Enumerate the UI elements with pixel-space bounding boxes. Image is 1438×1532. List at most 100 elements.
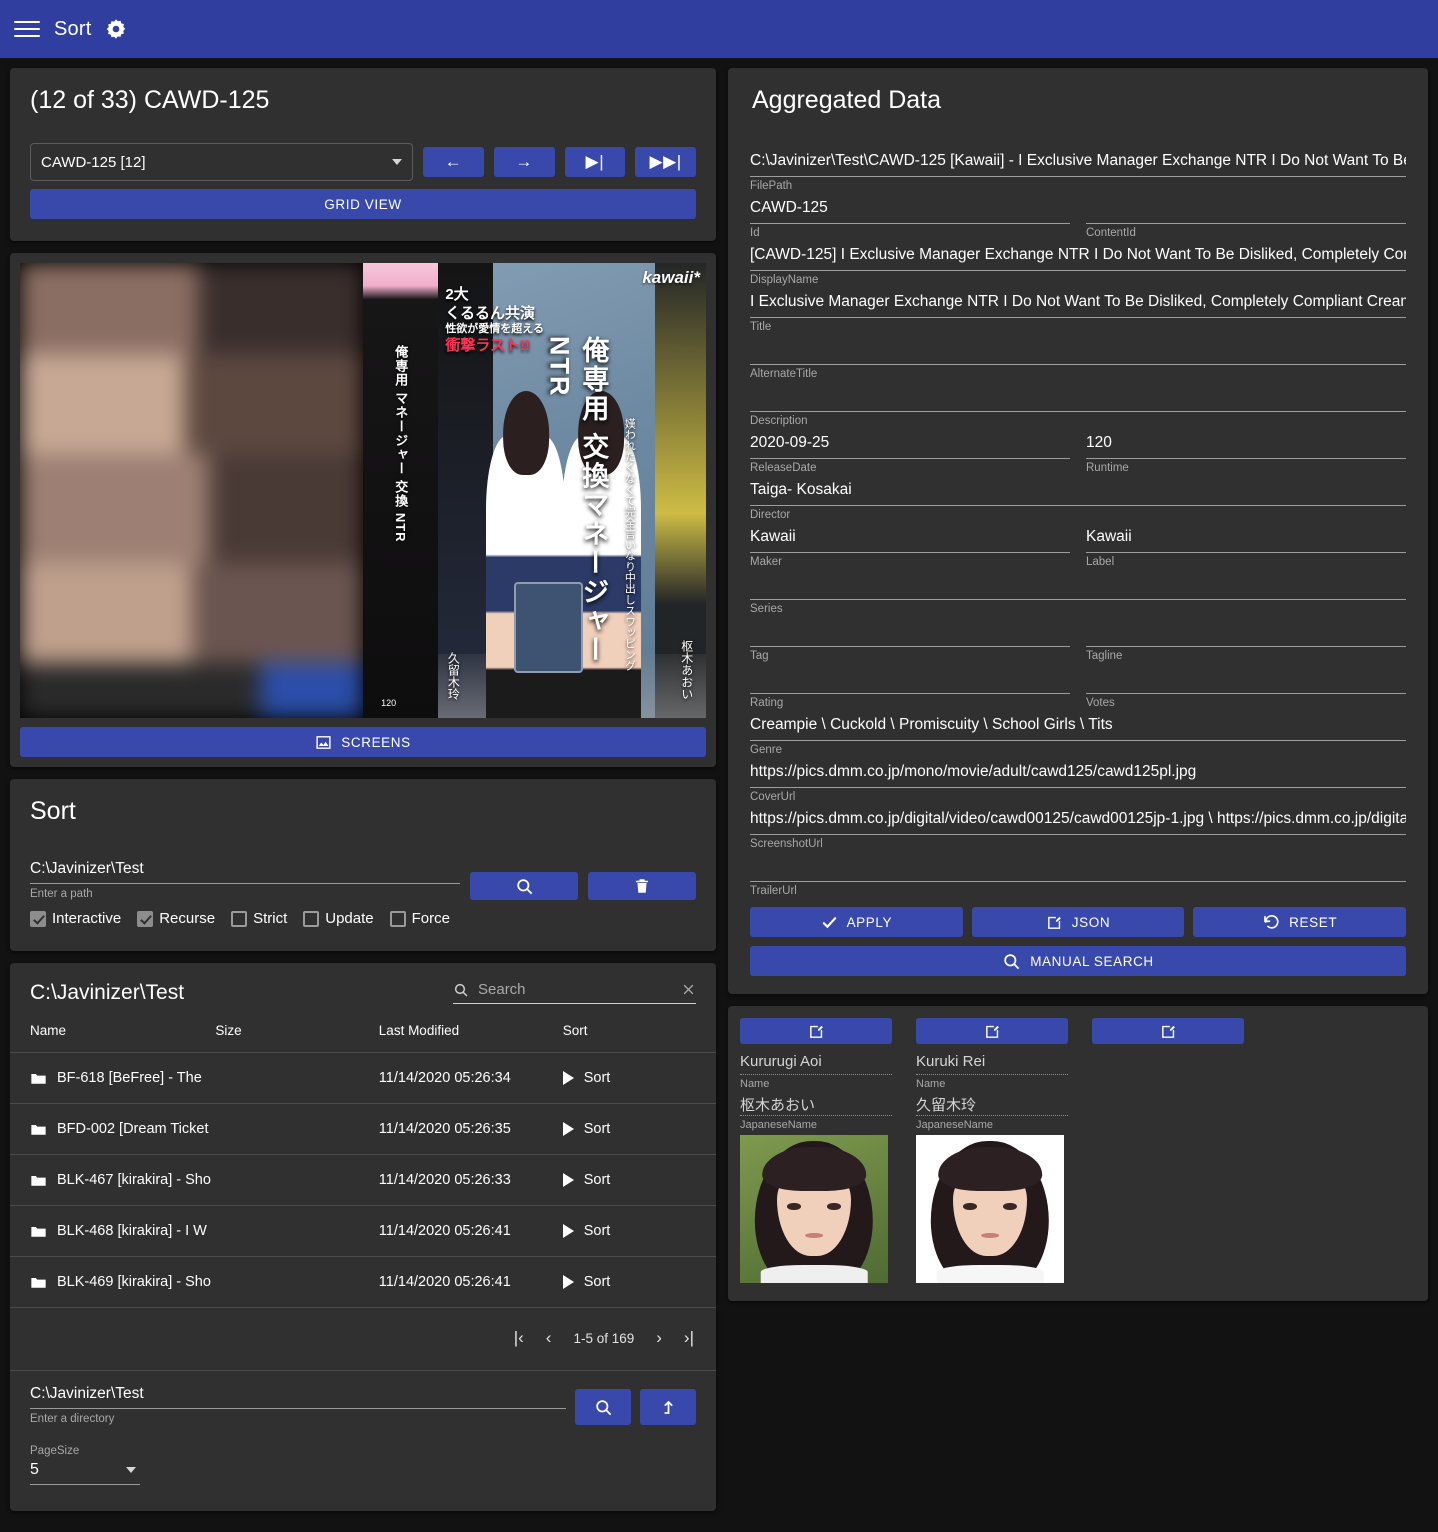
actress-name-0[interactable]: Kururugi Aoi bbox=[740, 1053, 892, 1075]
row-modified: 11/14/2020 05:26:35 bbox=[378, 1103, 563, 1155]
gear-icon[interactable] bbox=[105, 18, 127, 40]
row-sort-button[interactable]: Sort bbox=[562, 1172, 716, 1188]
checkbox-strict[interactable]: Strict bbox=[231, 910, 287, 927]
search-input[interactable]: Search bbox=[478, 981, 672, 998]
reset-button[interactable]: RESET bbox=[1193, 907, 1407, 937]
sort-delete-button[interactable] bbox=[588, 872, 696, 900]
maker-value[interactable]: Kawaii bbox=[750, 525, 1070, 553]
rating-value[interactable] bbox=[750, 666, 1070, 694]
row-name: BFD-002 [Dream Ticket bbox=[57, 1121, 209, 1137]
label-value[interactable]: Kawaii bbox=[1086, 525, 1406, 553]
sort-path-input[interactable] bbox=[30, 860, 460, 884]
jacket-tag-line3: 性欲が愛情を超える bbox=[445, 323, 544, 336]
checkbox-strict-label: Strict bbox=[253, 910, 288, 927]
actress-name-2[interactable] bbox=[1092, 1053, 1244, 1075]
main-layout: (12 of 33) CAWD-125 CAWD-125 [12] ← → ▶|… bbox=[0, 58, 1438, 1521]
pagesize-select[interactable]: 5 bbox=[30, 1457, 140, 1485]
votes-value[interactable] bbox=[1086, 666, 1406, 694]
previous-page-button[interactable]: ‹ bbox=[546, 1328, 552, 1348]
title-value[interactable]: I Exclusive Manager Exchange NTR I Do No… bbox=[750, 290, 1406, 318]
json-button[interactable]: JSON bbox=[971, 907, 1185, 937]
play-icon bbox=[562, 1224, 574, 1238]
apply-button[interactable]: APPLY bbox=[750, 907, 963, 937]
releasedate-value[interactable]: 2020-09-25 bbox=[750, 431, 1070, 459]
checkbox-force[interactable]: Force bbox=[389, 910, 450, 927]
runtime-value[interactable]: 120 bbox=[1086, 431, 1406, 459]
actress-name-1[interactable]: Kuruki Rei bbox=[916, 1053, 1068, 1075]
tag-value[interactable] bbox=[750, 619, 1070, 647]
actress-name-label-1: Name bbox=[916, 1078, 946, 1090]
tagline-value[interactable] bbox=[1086, 619, 1406, 647]
close-icon[interactable] bbox=[681, 982, 696, 997]
displayname-value[interactable]: [CAWD-125] I Exclusive Manager Exchange … bbox=[750, 243, 1406, 271]
table-row[interactable]: BLK-468 [kirakira] - I W 11/14/2020 05:2… bbox=[10, 1205, 716, 1257]
directory-hint: Enter a directory bbox=[30, 1413, 115, 1425]
actress-photo-1 bbox=[916, 1135, 1064, 1283]
id-label: Id bbox=[750, 227, 760, 239]
genre-value[interactable]: Creampie \ Cuckold \ Promiscuity \ Schoo… bbox=[750, 713, 1406, 741]
row-size bbox=[215, 1052, 379, 1104]
column-sort[interactable]: Sort bbox=[562, 1015, 716, 1053]
browser-search[interactable]: Search bbox=[453, 981, 696, 1004]
checkbox-interactive[interactable]: Interactive bbox=[30, 910, 121, 927]
screens-button[interactable]: SCREENS bbox=[20, 727, 706, 757]
tagline-label: Tagline bbox=[1086, 650, 1123, 662]
table-row[interactable]: BLK-467 [kirakira] - Sho 11/14/2020 05:2… bbox=[10, 1154, 716, 1206]
table-row[interactable]: BFD-002 [Dream Ticket 11/14/2020 05:26:3… bbox=[10, 1103, 716, 1155]
directory-up-button[interactable] bbox=[640, 1389, 696, 1425]
actress-japanese-name-0[interactable]: 枢木あおい bbox=[740, 1094, 892, 1116]
next-button[interactable]: → bbox=[493, 147, 555, 177]
hamburger-icon[interactable] bbox=[14, 19, 40, 39]
trailerurl-value[interactable] bbox=[750, 854, 1406, 882]
last-page-button[interactable]: ›| bbox=[684, 1328, 694, 1348]
screenshoturl-value[interactable]: https://pics.dmm.co.jp/digital/video/caw… bbox=[750, 807, 1406, 835]
director-value[interactable]: Taiga- Kosakai bbox=[750, 478, 1406, 506]
folder-icon bbox=[31, 1226, 46, 1237]
row-modified: 11/14/2020 05:26:41 bbox=[378, 1256, 563, 1308]
row-sort-button[interactable]: Sort bbox=[562, 1223, 716, 1239]
actress-japanese-name-1[interactable]: 久留木玲 bbox=[916, 1094, 1068, 1116]
previous-button[interactable]: ← bbox=[423, 147, 484, 177]
right-column: Aggregated Data C:\Javinizer\Test\CAWD-1… bbox=[728, 68, 1428, 1301]
trash-icon bbox=[636, 879, 648, 893]
contentid-value[interactable] bbox=[1086, 196, 1406, 224]
folder-icon bbox=[31, 1277, 46, 1288]
table-row[interactable]: BF-618 [BeFree] - The 11/14/2020 05:26:3… bbox=[10, 1052, 716, 1104]
series-value[interactable] bbox=[750, 572, 1406, 600]
directory-input[interactable] bbox=[30, 1385, 566, 1409]
row-sort-button[interactable]: Sort bbox=[562, 1070, 716, 1086]
skip-last-button[interactable]: ▶▶| bbox=[635, 147, 696, 177]
field-alternatetitle: AlternateTitle bbox=[742, 337, 1414, 384]
row-name: BLK-469 [kirakira] - Sho bbox=[57, 1274, 211, 1290]
alternatetitle-value[interactable] bbox=[750, 337, 1406, 365]
column-last-modified[interactable]: Last Modified bbox=[378, 1015, 563, 1053]
movie-select[interactable]: CAWD-125 [12] bbox=[30, 143, 413, 181]
row-modified: 11/14/2020 05:26:41 bbox=[378, 1205, 563, 1257]
checkbox-recurse[interactable]: Recurse bbox=[137, 910, 215, 927]
actress-edit-button-2[interactable] bbox=[1092, 1018, 1244, 1044]
jacket-tag-line4: 衝撃ラスト!! bbox=[445, 337, 531, 354]
filepath-value[interactable]: C:\Javinizer\Test\CAWD-125 [Kawaii] - I … bbox=[750, 149, 1406, 177]
coverurl-value[interactable]: https://pics.dmm.co.jp/mono/movie/adult/… bbox=[750, 760, 1406, 788]
genre-label: Genre bbox=[750, 744, 782, 756]
cover-image[interactable]: 俺専用 マネージャー 交換 NTR 120 kawaii* 2大 くるるん共演 … bbox=[20, 263, 706, 718]
id-value[interactable]: CAWD-125 bbox=[750, 196, 1070, 224]
checkbox-force-box bbox=[389, 910, 406, 927]
description-value[interactable] bbox=[750, 384, 1406, 412]
actress-edit-button-0[interactable] bbox=[740, 1018, 892, 1044]
column-size[interactable]: Size bbox=[215, 1015, 379, 1053]
next-page-button[interactable]: › bbox=[656, 1328, 662, 1348]
manual-search-button[interactable]: MANUAL SEARCH bbox=[750, 946, 1406, 976]
pagesize-value: 5 bbox=[30, 1461, 39, 1478]
row-sort-button[interactable]: Sort bbox=[562, 1274, 716, 1290]
skip-next-button[interactable]: ▶| bbox=[564, 147, 626, 177]
grid-view-button[interactable]: GRID VIEW bbox=[30, 189, 696, 219]
directory-search-button[interactable] bbox=[575, 1389, 631, 1425]
sort-search-button[interactable] bbox=[470, 872, 578, 900]
checkbox-update[interactable]: Update bbox=[303, 910, 374, 927]
first-page-button[interactable]: |‹ bbox=[514, 1328, 524, 1348]
table-row[interactable]: BLK-469 [kirakira] - Sho 11/14/2020 05:2… bbox=[10, 1256, 716, 1308]
row-sort-button[interactable]: Sort bbox=[562, 1121, 716, 1137]
column-name[interactable]: Name bbox=[10, 1015, 216, 1053]
actress-edit-button-1[interactable] bbox=[916, 1018, 1068, 1044]
